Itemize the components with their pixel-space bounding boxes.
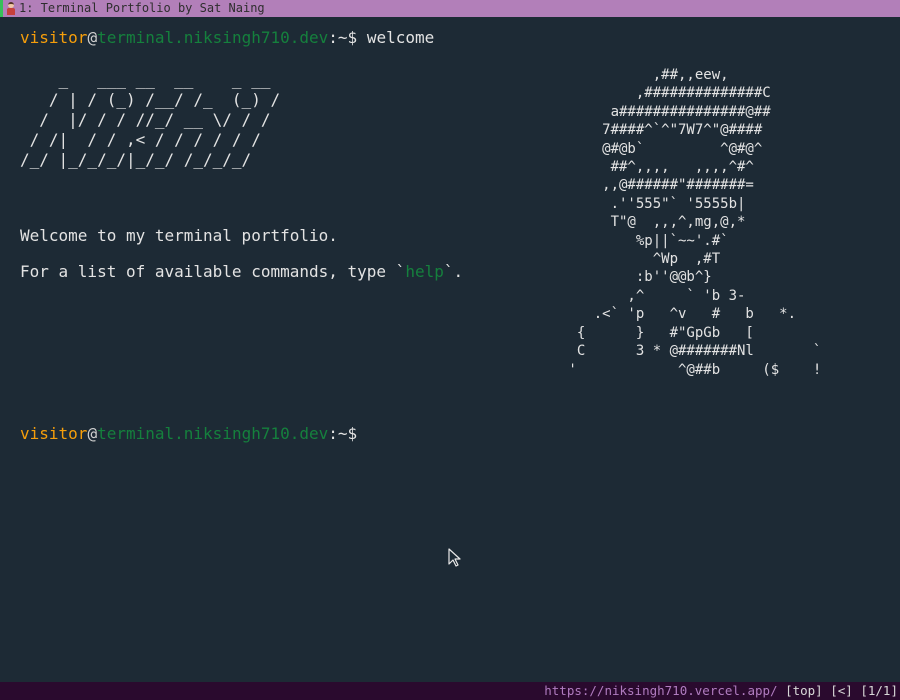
ascii-portrait-art: ,##,,eew, ,##############C a############… [568,67,822,378]
browser-statusbar: https://niksingh710.vercel.app/ [top] [<… [0,682,900,700]
window-title: 1: Terminal Portfolio by Sat Naing [19,1,265,15]
prompt-line: visitor@terminal.niksingh710.dev:~$ welc… [20,27,900,49]
status-scroll-position: [top] [785,683,823,698]
help-hint-prefix: For a list of available commands, type ` [20,262,406,281]
history-command: welcome [366,28,435,47]
welcome-message: Welcome to my terminal portfolio. [20,226,338,245]
ascii-name-logo: _ ___ __ __ _ __ / | / (_) /__/ /_ (_) /… [20,70,281,169]
prompt-user: visitor [20,28,88,47]
terminal-output: visitor@terminal.niksingh710.dev:~$ welc… [20,27,900,49]
avatar-favicon-icon [5,1,17,16]
mouse-pointer-icon [448,548,461,567]
prompt-path: :~$ [328,28,358,47]
window-titlebar: 1: Terminal Portfolio by Sat Naing [0,0,900,17]
prompt-path: :~$ [328,424,358,443]
status-page-count: [1/1] [860,683,898,698]
titlebar-accent [0,0,3,17]
prompt-host: terminal.niksingh710.dev [97,28,329,47]
status-url[interactable]: https://niksingh710.vercel.app/ [544,683,777,698]
help-hint: For a list of available commands, type `… [20,261,463,283]
prompt-at: @ [87,28,98,47]
prompt-user: visitor [20,424,88,443]
active-prompt-line[interactable]: visitor@terminal.niksingh710.dev:~$ [20,423,357,445]
prompt-at: @ [87,424,98,443]
help-command-text: help [405,262,444,281]
status-history-flag: [<] [830,683,853,698]
help-hint-suffix: `. [443,262,464,281]
prompt-host: terminal.niksingh710.dev [97,424,329,443]
